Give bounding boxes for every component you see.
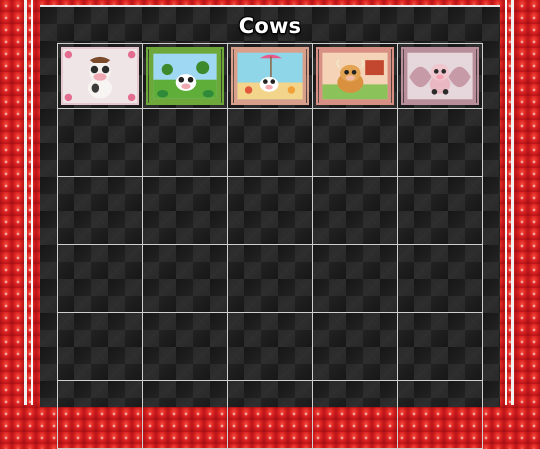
grid-row [57, 380, 483, 449]
page-title: Cows [238, 14, 302, 38]
grid-cell [142, 108, 228, 177]
grid-cell [312, 43, 398, 109]
grid-cell [57, 380, 143, 449]
grid-cell [142, 244, 228, 313]
grid-cell [312, 312, 398, 381]
cow-with-bow-thumbnail[interactable] [61, 47, 139, 105]
grid-cell [57, 108, 143, 177]
grid-cell [227, 380, 313, 449]
grid-cell [397, 380, 483, 449]
pink-calf-icon [403, 49, 477, 103]
grid-cell [397, 108, 483, 177]
grid-cell [142, 380, 228, 449]
grid-cell [227, 108, 313, 177]
grid-cell [227, 43, 313, 109]
grid-cell [57, 244, 143, 313]
grid-cell [312, 244, 398, 313]
thumbnail-grid [57, 43, 483, 449]
cow-in-meadow-icon [148, 49, 222, 103]
grid-cell [227, 312, 313, 381]
grid-cell [312, 108, 398, 177]
grid-row [57, 312, 483, 381]
pink-calf-thumbnail[interactable] [401, 47, 479, 105]
grid-cell [142, 176, 228, 245]
grid-row [57, 43, 483, 109]
grid-cell [397, 312, 483, 381]
grid-cell [227, 176, 313, 245]
cow-in-meadow-thumbnail[interactable] [146, 47, 224, 105]
grid-cell [57, 312, 143, 381]
cow-with-bow-icon [63, 49, 137, 103]
grid-row [57, 108, 483, 177]
highland-calf-icon [318, 49, 392, 103]
grid-cell [397, 244, 483, 313]
highland-calf-thumbnail[interactable] [316, 47, 394, 105]
grid-cell [142, 312, 228, 381]
grid-cell [397, 43, 483, 109]
cow-on-beach-thumbnail[interactable] [231, 47, 309, 105]
cow-on-beach-icon [233, 49, 307, 103]
grid-cell [57, 176, 143, 245]
grid-cell [57, 43, 143, 109]
grid-row [57, 176, 483, 245]
grid-cell [142, 43, 228, 109]
grid-cell [227, 244, 313, 313]
grid-cell [312, 176, 398, 245]
grid-row [57, 244, 483, 313]
grid-cell [397, 176, 483, 245]
grid-cell [312, 380, 398, 449]
